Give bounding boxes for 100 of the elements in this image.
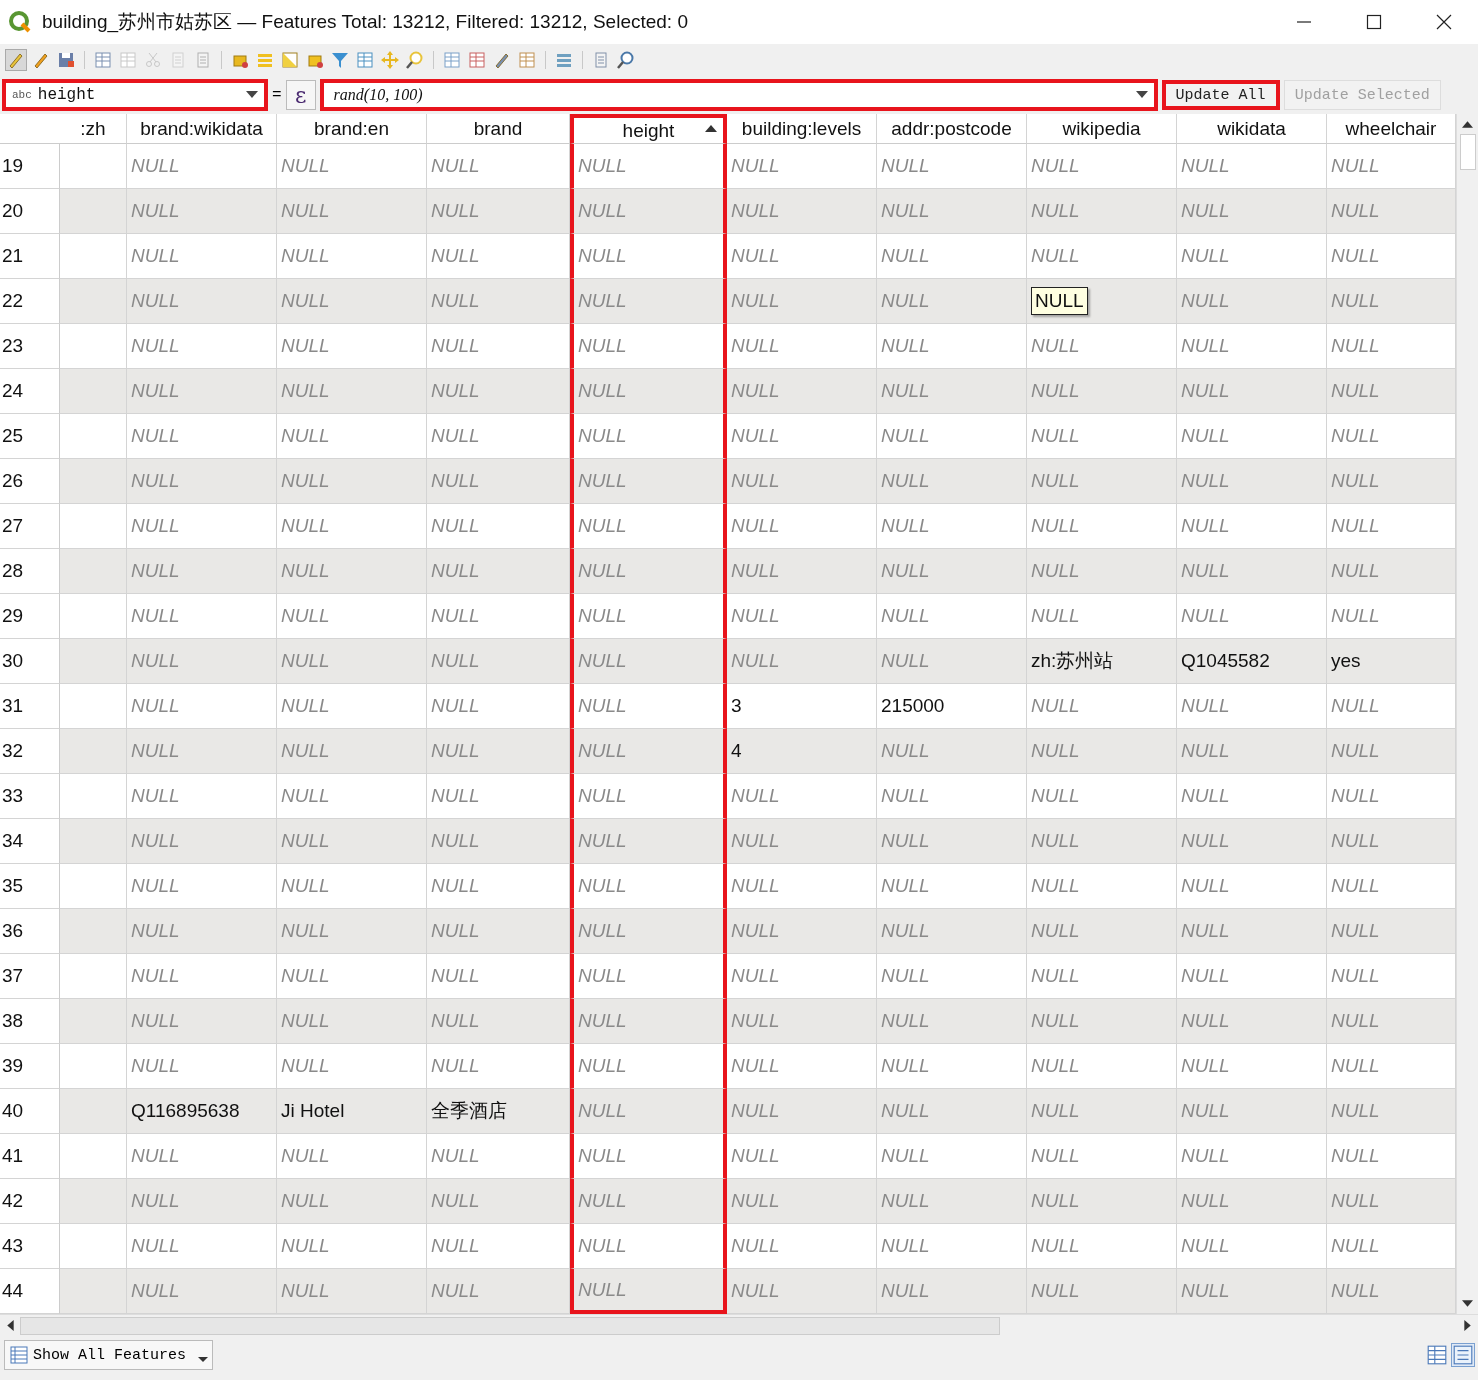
scroll-left-icon[interactable] <box>6 1320 14 1331</box>
horizontal-scrollbar[interactable] <box>0 1314 1478 1336</box>
row-number[interactable]: 41 <box>0 1134 60 1179</box>
calculator-icon[interactable] <box>517 50 537 70</box>
column-header[interactable]: brand:en <box>314 117 389 140</box>
sort-ascending-icon[interactable] <box>705 124 717 132</box>
close-icon[interactable] <box>1436 14 1452 30</box>
row-number[interactable]: 36 <box>0 909 60 954</box>
table-cell: NULL <box>1327 1269 1456 1314</box>
new-field-icon[interactable] <box>442 50 462 70</box>
table-cell: NULL <box>1327 279 1456 324</box>
table-cell: Q116895638 <box>127 1089 277 1134</box>
field-dropdown[interactable]: abc height <box>2 79 268 111</box>
pencil-icon[interactable] <box>6 50 26 70</box>
table-cell: NULL <box>877 639 1027 684</box>
row-number[interactable]: 43 <box>0 1224 60 1269</box>
row-number[interactable]: 29 <box>0 594 60 639</box>
table-cell: NULL <box>1177 1269 1327 1314</box>
column-header[interactable]: wikipedia <box>1062 117 1141 140</box>
row-number[interactable]: 37 <box>0 954 60 999</box>
scroll-right-icon[interactable] <box>1464 1320 1472 1331</box>
row-number[interactable]: 25 <box>0 414 60 459</box>
table-cell: NULL <box>127 1269 277 1314</box>
vertical-scrollbar[interactable] <box>1456 114 1478 1314</box>
column-header[interactable]: brand:wikidata <box>140 117 263 140</box>
table-cell <box>60 1179 127 1224</box>
delete-field-icon[interactable] <box>467 50 487 70</box>
form-view-icon[interactable] <box>1452 1344 1474 1366</box>
table-cell: NULL <box>277 1269 427 1314</box>
column-header[interactable]: wheelchair <box>1345 117 1437 140</box>
table-cell <box>60 909 127 954</box>
table-cell: NULL <box>727 1089 877 1134</box>
row-number[interactable]: 24 <box>0 369 60 414</box>
table-cell: NULL <box>427 819 570 864</box>
row-number[interactable]: 30 <box>0 639 60 684</box>
row-number[interactable]: 38 <box>0 999 60 1044</box>
row-number[interactable]: 42 <box>0 1179 60 1224</box>
row-number[interactable]: 32 <box>0 729 60 774</box>
row-number[interactable]: 19 <box>0 144 60 189</box>
row-number[interactable]: 20 <box>0 189 60 234</box>
scrollbar-thumb[interactable] <box>1459 134 1476 170</box>
table-cell <box>60 639 127 684</box>
column-header[interactable]: :zh <box>80 117 106 140</box>
table-cell: NULL <box>1177 369 1327 414</box>
table-cell: NULL <box>427 1269 570 1314</box>
table-cell: NULL <box>727 369 877 414</box>
table-cell: NULL <box>570 459 727 504</box>
table-cell: NULL <box>877 729 1027 774</box>
row-number[interactable]: 27 <box>0 504 60 549</box>
update-all-button[interactable]: Update All <box>1161 80 1280 110</box>
table-view-icon[interactable] <box>1426 1344 1448 1366</box>
row-number[interactable]: 28 <box>0 549 60 594</box>
maximize-icon[interactable] <box>1366 14 1382 30</box>
table-cell: NULL <box>727 459 877 504</box>
add-row-icon[interactable] <box>93 50 113 70</box>
row-number[interactable]: 23 <box>0 324 60 369</box>
table-cell: NULL <box>277 1179 427 1224</box>
table-cell: NULL <box>1177 189 1327 234</box>
row-number[interactable]: 22 <box>0 279 60 324</box>
row-number[interactable]: 31 <box>0 684 60 729</box>
row-number[interactable]: 33 <box>0 774 60 819</box>
caret-icon[interactable] <box>246 91 258 99</box>
expression-field[interactable]: rand(10, 100) <box>319 79 1158 111</box>
column-header[interactable]: building:levels <box>741 117 862 140</box>
row-number[interactable]: 35 <box>0 864 60 909</box>
show-features-dropdown[interactable]: Show All Features <box>4 1340 214 1370</box>
column-header[interactable]: brand <box>473 117 523 140</box>
table-cell <box>60 999 127 1044</box>
table-cell: NULL <box>877 279 1027 324</box>
row-number[interactable]: 34 <box>0 819 60 864</box>
table-cell: NULL <box>1327 729 1456 774</box>
column-header[interactable]: addr:postcode <box>891 117 1012 140</box>
table-cell: NULL <box>1027 549 1177 594</box>
actions-icon[interactable] <box>616 50 636 70</box>
invert-icon[interactable] <box>280 50 300 70</box>
row-number[interactable]: 21 <box>0 234 60 279</box>
table-cell: NULL <box>727 189 877 234</box>
table-cell: NULL <box>877 1179 1027 1224</box>
save-icon[interactable] <box>56 50 76 70</box>
column-header[interactable]: wikidata <box>1217 117 1286 140</box>
scroll-up-icon[interactable] <box>1462 120 1473 128</box>
table-cell: NULL <box>570 1269 727 1314</box>
table-cell: 4 <box>727 729 877 774</box>
caret-icon[interactable] <box>1135 91 1148 99</box>
row-number[interactable]: 40 <box>0 1089 60 1134</box>
table-cell <box>60 279 127 324</box>
zoom-icon[interactable] <box>405 50 425 70</box>
table-cell: NULL <box>1027 909 1177 954</box>
caret-icon[interactable] <box>198 1357 209 1363</box>
table-cell: NULL <box>1327 1179 1456 1224</box>
table-cell: NULL <box>1027 189 1177 234</box>
row-number[interactable]: 26 <box>0 459 60 504</box>
scroll-down-icon[interactable] <box>1462 1300 1473 1308</box>
row-number[interactable]: 39 <box>0 1044 60 1089</box>
table-cell: NULL <box>1327 369 1456 414</box>
expression-button[interactable]: ε <box>285 80 316 110</box>
table-cell: NULL <box>1327 819 1456 864</box>
move-top-icon[interactable] <box>355 50 375 70</box>
filter-icon[interactable] <box>330 50 350 70</box>
row-number[interactable]: 44 <box>0 1269 60 1314</box>
